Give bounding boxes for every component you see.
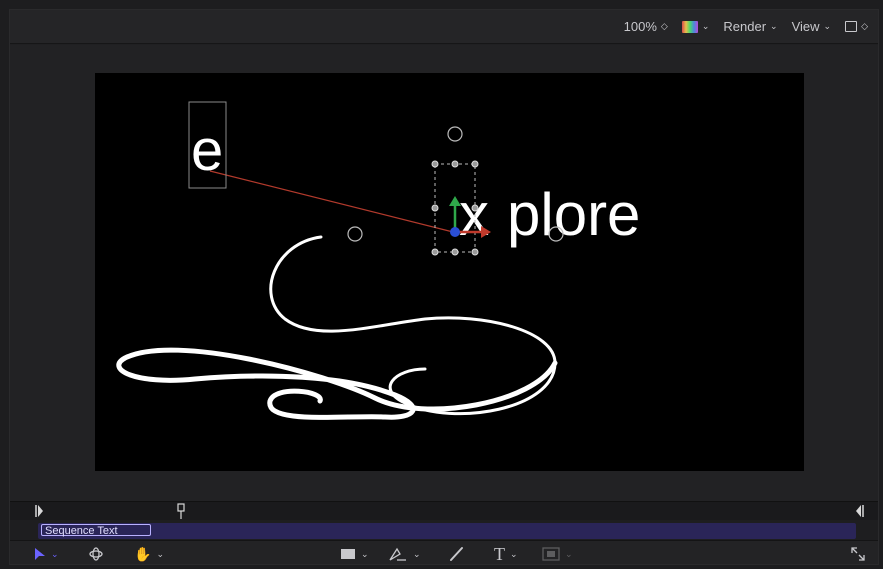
anchor-point [450, 227, 460, 237]
hand-icon: ✋ [134, 545, 152, 562]
mask-tool-button[interactable]: ⌄ [542, 545, 573, 563]
bezier-tool-button[interactable]: ⌄ [388, 545, 421, 563]
timeline-track[interactable]: Sequence Text [38, 523, 856, 539]
chevron-down-icon: ⌄ [51, 548, 59, 559]
motion-window: 100% ◇ ⌄ Render ⌄ View ⌄ ◇ e x plore Seq… [9, 9, 879, 565]
select-arrow-icon [35, 548, 45, 560]
mask-icon [542, 547, 560, 561]
ruler-markers [35, 503, 864, 519]
view-label: View [791, 19, 820, 34]
chevron-down-icon: ⌄ [770, 21, 778, 31]
pen-icon [389, 547, 406, 561]
playhead[interactable] [177, 503, 185, 519]
paint-stroke-tool-button[interactable] [448, 545, 464, 563]
canvas-toolbar: 100% ◇ ⌄ Render ⌄ View ⌄ ◇ [10, 10, 878, 44]
motion-path-line [209, 170, 458, 234]
text-tool-button[interactable]: T ⌄ [494, 543, 518, 564]
fullscreen-icon [851, 547, 865, 561]
stepper-icon: ◇ [660, 21, 668, 31]
stepper-icon: ◇ [861, 21, 868, 31]
canvas[interactable]: e x plore [95, 73, 804, 471]
text-icon: T [494, 543, 505, 564]
chevron-down-icon: ⌄ [361, 548, 369, 559]
out-point-marker [856, 505, 861, 517]
layout-menu[interactable]: ◇ [845, 21, 868, 32]
zoom-value: 100% [623, 19, 657, 34]
color-channels-menu[interactable]: ⌄ [681, 20, 710, 33]
timeline-ruler[interactable] [10, 502, 878, 520]
rotation-handle [447, 126, 463, 142]
render-menu[interactable]: Render ⌄ [723, 19, 777, 34]
fullscreen-button[interactable] [850, 545, 866, 563]
rectangle-shape-icon [341, 549, 355, 559]
chevron-down-icon: ⌄ [565, 548, 573, 559]
select-tool-button[interactable]: ⌄ [34, 545, 59, 563]
tools-toolbar: ⌄ ✋ ⌄ ⌄ ⌄ T ⌄ ⌄ [10, 540, 878, 564]
shape-tool-button[interactable]: ⌄ [340, 545, 369, 563]
letter-x: x [459, 181, 489, 248]
motion-path-control-point [347, 226, 363, 242]
pan-tool-button[interactable]: ✋ ⌄ [134, 545, 164, 563]
canvas-artwork: e x plore [116, 101, 640, 420]
zoom-menu[interactable]: 100% ◇ [624, 19, 668, 34]
mini-timeline: Sequence Text [10, 501, 878, 540]
render-label: Render [723, 19, 767, 34]
clip-label[interactable]: Sequence Text [41, 524, 151, 537]
letter-e: e [191, 118, 223, 183]
chevron-down-icon: ⌄ [510, 548, 518, 559]
flourish-thick-stroke [116, 347, 558, 420]
flourish-thin-stroke [269, 235, 557, 416]
chevron-down-icon: ⌄ [413, 548, 421, 559]
layout-icon [845, 21, 858, 32]
paint-stroke-icon [450, 547, 463, 561]
view-menu[interactable]: View ⌄ [792, 19, 832, 34]
3d-transform-button[interactable] [88, 545, 104, 563]
chevron-down-icon: ⌄ [823, 21, 832, 31]
canvas-area: e x plore [10, 45, 878, 501]
in-point-marker [38, 505, 43, 517]
chevron-down-icon: ⌄ [156, 548, 164, 559]
transform-3d-icon [89, 547, 103, 561]
color-channels-icon [681, 20, 698, 33]
chevron-down-icon: ⌄ [701, 21, 710, 31]
word-plore: plore [507, 181, 640, 248]
